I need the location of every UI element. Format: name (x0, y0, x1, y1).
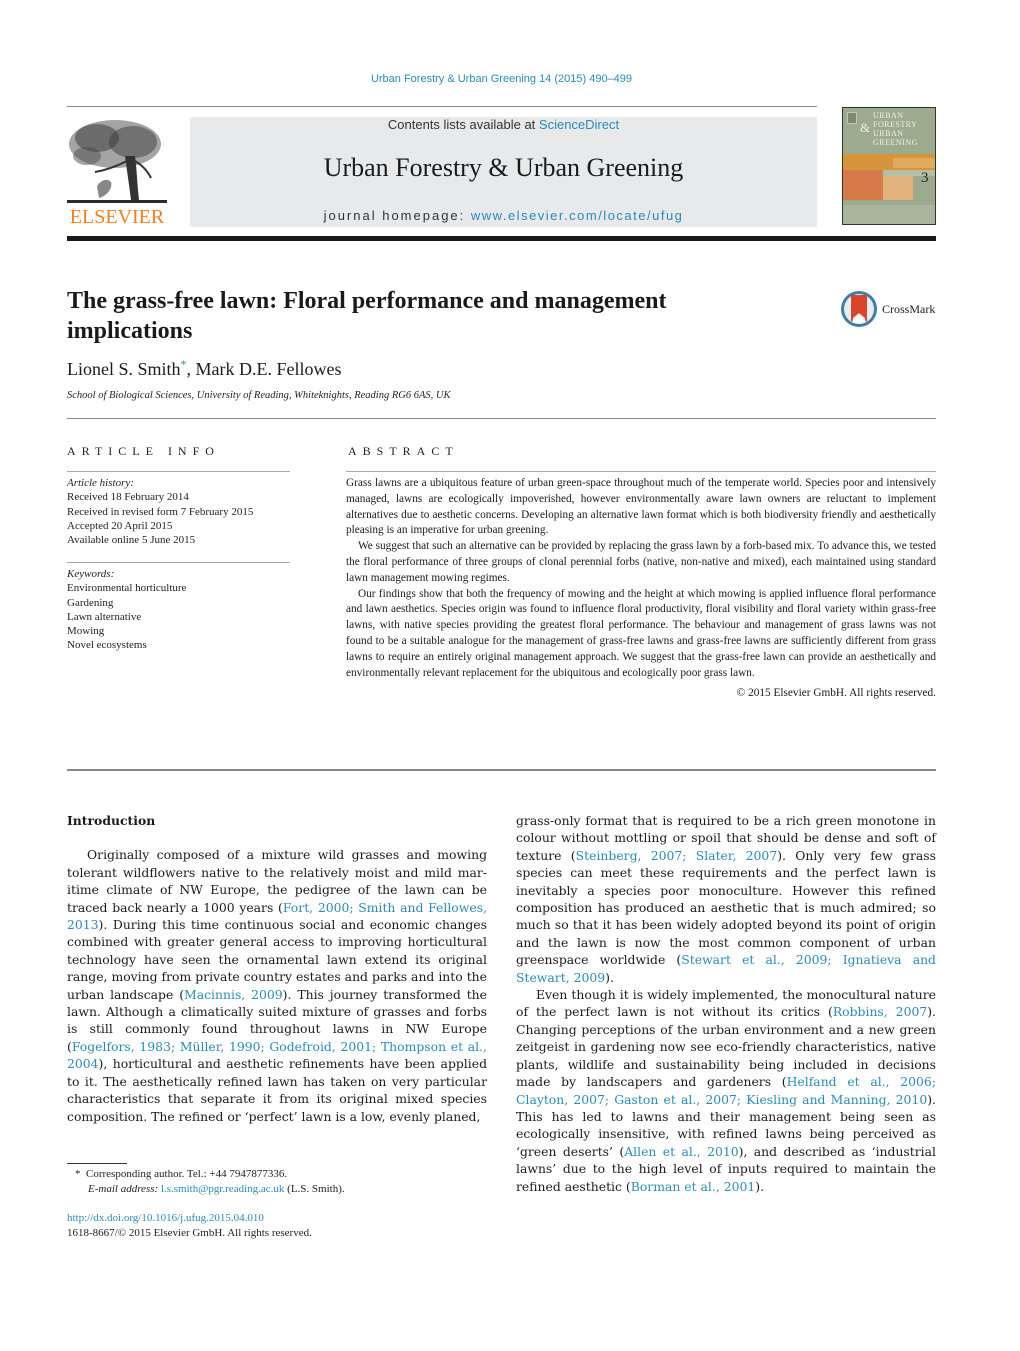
text-run: ). Only very few grass species can meet … (516, 847, 936, 968)
text-run: ). (755, 1178, 765, 1194)
doi-link[interactable]: http://dx.doi.org/10.1016/j.ufug.2015.04… (67, 1212, 264, 1224)
body-paragraph: grass-only format that is required to be… (516, 812, 936, 986)
text-run: ). (605, 969, 614, 985)
citation-link[interactable]: Robbins, 2007 (833, 1004, 927, 1019)
abstract-paragraph: Grass lawns are a ubiquitous feature of … (346, 477, 936, 537)
keyword-item: Gardening (67, 596, 114, 609)
keyword-item: Mowing (67, 625, 105, 638)
cover-publisher-logo (847, 112, 857, 124)
email-label: E-mail address: (88, 1183, 161, 1195)
cover-band (893, 158, 935, 168)
journal-masthead: Contents lists available at ScienceDirec… (190, 117, 817, 227)
citation-link[interactable]: Borman et al., 2001 (631, 1179, 756, 1194)
cover-title-line: FORESTRY (873, 120, 918, 129)
cover-band (883, 176, 913, 200)
cover-title: URBAN FORESTRY URBAN GREENING (873, 111, 918, 147)
article-info-heading: ARTICLE INFO (67, 444, 220, 458)
tree-icon (67, 120, 167, 203)
footnote-text: Corresponding author. Tel.: +44 79478773… (86, 1168, 288, 1180)
crossmark-button[interactable]: CrossMark (840, 290, 935, 328)
body-paragraph: Originally composed of a mixture wild gr… (67, 846, 487, 1125)
header-divider (67, 106, 817, 107)
body-column-left: Introduction Originally composed of a mi… (67, 812, 487, 1125)
footnote: * Corresponding author. Tel.: +44 794787… (67, 1167, 487, 1197)
footnote-email: E-mail address: l.s.smith@pgr.reading.ac… (67, 1182, 487, 1197)
abstract-body: Grass lawns are a ubiquitous feature of … (346, 476, 936, 702)
citation-link[interactable]: Steinberg, 2007; Slater, 2007 (576, 848, 778, 863)
article-title: The grass-free lawn: Floral performance … (67, 288, 667, 344)
history-item: Received 18 February 2014 (67, 491, 189, 504)
article-history: Article history: Received 18 February 20… (67, 476, 297, 547)
footnote-marker: * (75, 1168, 81, 1180)
abstract-heading: ABSTRACT (348, 444, 459, 458)
section-heading: Introduction (67, 813, 156, 828)
sciencedirect-link[interactable]: ScienceDirect (539, 117, 619, 132)
keyword-item: Environmental horticulture (67, 582, 187, 595)
contents-prefix: Contents lists available at (387, 117, 539, 132)
divider (346, 471, 936, 472)
cover-title-line: GREENING (873, 138, 918, 147)
header-thick-divider (67, 236, 936, 241)
text-run: ), horticultural and aesthetic refinemen… (67, 1056, 487, 1124)
divider (67, 769, 936, 771)
divider (67, 418, 936, 419)
cover-title-line: URBAN (873, 111, 904, 120)
issn-line: 1618-8667/© 2015 Elsevier GmbH. All righ… (67, 1227, 312, 1239)
citation-link[interactable]: Allen et al., 2010 (624, 1144, 738, 1159)
divider (67, 471, 290, 472)
email-link[interactable]: l.s.smith@pgr.reading.ac.uk (161, 1183, 284, 1195)
citation-link[interactable]: Macinnis, 2009 (184, 987, 283, 1002)
author-name[interactable]: Lionel S. Smith (67, 359, 181, 379)
history-item: Available online 5 June 2015 (67, 534, 196, 547)
divider (67, 562, 290, 563)
cover-footer (843, 205, 935, 224)
elsevier-wordmark: ELSEVIER (69, 206, 165, 228)
cover-band (843, 170, 883, 200)
cover-ampersand: & (860, 120, 871, 135)
body-paragraph: Even though it is widely implemented, th… (516, 986, 936, 1195)
history-item: Received in revised form 7 February 2015 (67, 505, 254, 518)
journal-cover-thumbnail[interactable]: URBAN FORESTRY URBAN GREENING & 3 (842, 107, 936, 225)
abstract-copyright: © 2015 Elsevier GmbH. All rights reserve… (736, 687, 936, 700)
author-affiliation: School of Biological Sciences, Universit… (67, 390, 451, 401)
abstract-paragraph: Our findings show that both the frequenc… (346, 587, 936, 679)
homepage-line: journal homepage: www.elsevier.com/locat… (190, 208, 817, 223)
keyword-item: Lawn alternative (67, 610, 142, 623)
history-item: Accepted 20 April 2015 (67, 519, 173, 532)
homepage-link[interactable]: www.elsevier.com/locate/ufug (471, 208, 684, 223)
keywords: Keywords: Environmental horticulture Gar… (67, 567, 297, 653)
author-separator: , (186, 359, 196, 379)
contents-line: Contents lists available at ScienceDirec… (190, 117, 817, 132)
keywords-label: Keywords: (67, 568, 115, 580)
crossmark-icon (841, 291, 877, 327)
footnote-divider (67, 1163, 127, 1164)
crossmark-label: CrossMark (882, 301, 936, 316)
keyword-item: Novel ecosystems (67, 639, 147, 652)
author-list: Lionel S. Smith*, Mark D.E. Fellowes (67, 357, 342, 380)
body-column-right: grass-only format that is required to be… (516, 812, 936, 1195)
author-name[interactable]: Mark D.E. Fellowes (196, 359, 342, 379)
cover-title-line: URBAN (873, 129, 904, 138)
footnote-corresponding: * Corresponding author. Tel.: +44 794787… (67, 1167, 487, 1182)
journal-citation[interactable]: Urban Forestry & Urban Greening 14 (2015… (0, 73, 1003, 85)
doi-block: http://dx.doi.org/10.1016/j.ufug.2015.04… (67, 1211, 312, 1241)
homepage-prefix: journal homepage: (323, 208, 471, 223)
journal-title: Urban Forestry & Urban Greening (323, 153, 684, 182)
abstract-paragraph: We suggest that such an alternative can … (346, 540, 936, 584)
email-suffix: (L.S. Smith). (284, 1183, 345, 1195)
cover-issue-number: 3 (921, 170, 929, 186)
article-history-label: Article history: (67, 477, 134, 489)
